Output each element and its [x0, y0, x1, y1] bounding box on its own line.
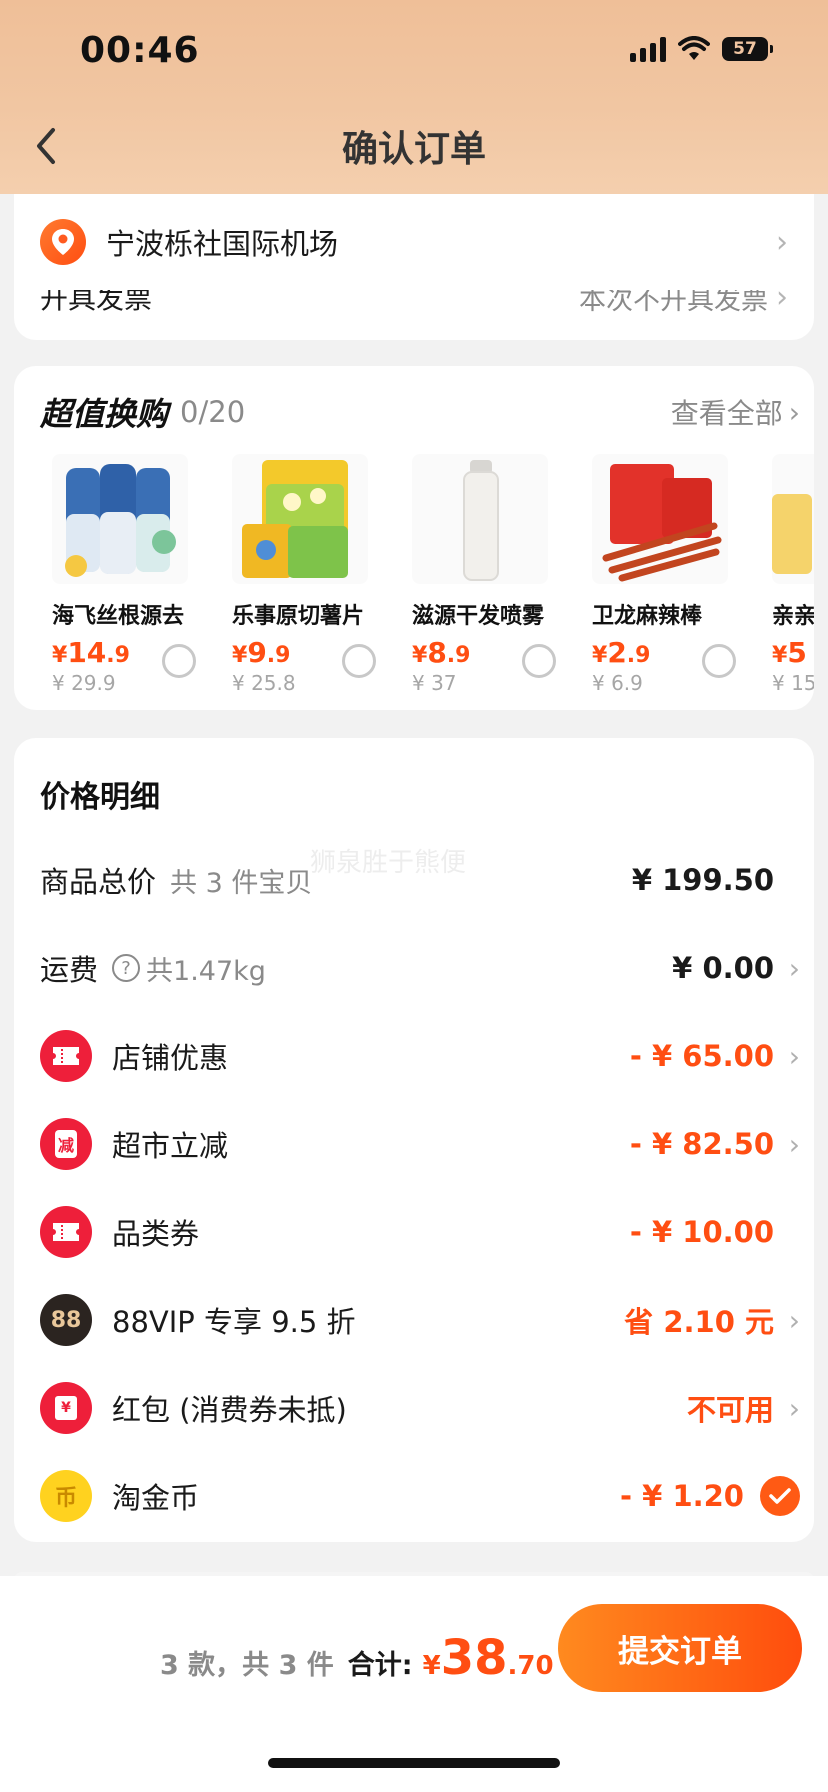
chevron-right-icon: ›	[788, 1303, 800, 1337]
product-name: 卫龙麻辣棒	[592, 604, 703, 629]
red-packet-value: 不可用	[686, 1393, 774, 1427]
chevron-right-icon: ›	[776, 224, 788, 260]
deal-title: 超值换购	[40, 395, 169, 433]
market-discount-value: - ¥ 82.50	[629, 1127, 774, 1161]
select-checkbox[interactable]	[162, 644, 196, 678]
home-indicator[interactable]	[268, 1758, 560, 1768]
market-discount-row[interactable]: 减 超市立减 - ¥ 82.50 ›	[40, 1114, 800, 1174]
discount-icon: 减	[40, 1118, 92, 1170]
select-checkbox[interactable]	[342, 644, 376, 678]
vip-value: 省 2.10 元	[624, 1305, 774, 1339]
shop-discount-label: 店铺优惠	[112, 1041, 229, 1075]
chevron-right-icon: ›	[788, 951, 800, 985]
coins-value: - ¥ 1.20	[620, 1479, 744, 1513]
deal-card: 超值换购 0/20 查看全部 › 海飞丝根源去 ¥14.9 ¥ 29.9 乐事原…	[14, 366, 814, 710]
deal-product[interactable]: 亲亲 ¥5 ¥ 15	[772, 454, 814, 695]
page-title: 确认订单	[341, 129, 486, 170]
address-row[interactable]: 宁波栎社国际机场 ›	[14, 194, 814, 290]
deal-products: 海飞丝根源去 ¥14.9 ¥ 29.9 乐事原切薯片 ¥9.9 ¥ 25.8 滋…	[52, 454, 814, 695]
vip-label: 88VIP 专享 9.5 折	[112, 1305, 356, 1339]
subtotal-label: 商品总价	[40, 865, 157, 899]
product-name: 海飞丝根源去	[52, 604, 185, 629]
watermark: 狮泉胜于熊便	[310, 848, 467, 878]
coins-row[interactable]: 币 淘金币 - ¥ 1.20	[40, 1466, 800, 1526]
product-original-price: ¥ 15	[772, 671, 814, 695]
snack-image	[592, 454, 728, 584]
address-card: 开具发票 本次不开具发票 › 宁波栎社国际机场 ›	[14, 194, 814, 340]
deal-product[interactable]: 卫龙麻辣棒 ¥2.9 ¥ 6.9	[592, 454, 736, 695]
subtotal-count: 共 3 件宝贝	[170, 867, 313, 899]
product-original-price: ¥ 6.9	[592, 671, 643, 695]
total-currency: ¥	[422, 1651, 441, 1681]
signal-icon	[630, 36, 666, 62]
product-original-price: ¥ 29.9	[52, 671, 116, 695]
market-discount-label: 超市立减	[112, 1129, 229, 1163]
status-icons: 57	[630, 36, 773, 62]
product-original-price: ¥ 37	[412, 671, 457, 695]
chevron-right-icon: ›	[788, 395, 800, 429]
status-time: 00:46	[80, 30, 200, 71]
category-coupon-label: 品类券	[112, 1217, 200, 1251]
chevron-right-icon: ›	[788, 1039, 800, 1073]
select-checkbox[interactable]	[522, 644, 556, 678]
coupon-icon	[40, 1030, 92, 1082]
check-icon	[769, 1488, 791, 1504]
wifi-icon	[678, 36, 710, 60]
product-name: 乐事原切薯片	[232, 604, 365, 629]
category-coupon-row: 品类券 - ¥ 10.00	[40, 1202, 800, 1262]
red-packet-row[interactable]: ¥ 红包 (消费券未抵) 不可用 ›	[40, 1378, 800, 1438]
coins-label: 淘金币	[112, 1481, 200, 1515]
total-integer: 38	[440, 1630, 508, 1686]
product-name: 亲亲	[772, 604, 814, 629]
shipping-weight: 共1.47kg	[146, 955, 266, 987]
deal-product[interactable]: 乐事原切薯片 ¥9.9 ¥ 25.8	[232, 454, 376, 695]
chevron-right-icon: ›	[788, 1391, 800, 1425]
product-price: ¥5	[772, 636, 807, 669]
vip-88-icon: 88	[40, 1294, 92, 1346]
total-decimal: .70	[507, 1651, 554, 1681]
deal-count: 0/20	[180, 395, 246, 429]
price-detail-title: 价格明细	[40, 780, 160, 815]
item-count: 3 款，共 3 件	[160, 1650, 334, 1681]
coins-checkbox[interactable]	[760, 1476, 800, 1516]
view-all-link[interactable]: 查看全部	[671, 392, 783, 432]
chevron-right-icon: ›	[788, 1127, 800, 1161]
red-packet-label: 红包 (消费券未抵)	[112, 1393, 347, 1427]
shampoo-image	[52, 454, 188, 584]
help-icon[interactable]: ?	[112, 954, 141, 982]
shop-discount-value: - ¥ 65.00	[629, 1039, 774, 1073]
vip-row[interactable]: 88 88VIP 专享 9.5 折 省 2.10 元 ›	[40, 1290, 800, 1350]
submit-order-button[interactable]: 提交订单	[558, 1604, 802, 1692]
subtotal-value: ¥ 199.50	[631, 863, 774, 897]
shipping-label: 运费	[40, 953, 99, 987]
header: 00:46 57 确认订单	[0, 0, 828, 194]
order-summary: 3 款，共 3 件 合计: ¥ 38 .70	[160, 1630, 554, 1686]
category-coupon-value: - ¥ 10.00	[629, 1215, 774, 1249]
address-text: 宁波栎社国际机场	[106, 227, 339, 261]
product-name: 滋源干发喷雾	[412, 604, 545, 629]
battery-icon: 57	[722, 37, 773, 61]
shipping-value: ¥ 0.00	[672, 951, 774, 985]
chips-image	[232, 454, 368, 584]
red-packet-icon: ¥	[40, 1382, 92, 1434]
product-original-price: ¥ 25.8	[232, 671, 296, 695]
location-pin-icon	[40, 219, 86, 265]
deal-product[interactable]: 海飞丝根源去 ¥14.9 ¥ 29.9	[52, 454, 196, 695]
total-label: 合计:	[347, 1650, 413, 1681]
shipping-row[interactable]: 运费 ? 共1.47kg ¥ 0.00 ›	[40, 938, 800, 998]
coin-icon: 币	[40, 1470, 92, 1522]
deal-header: 超值换购 0/20 查看全部 ›	[40, 390, 800, 434]
product-image	[772, 454, 814, 584]
shop-discount-row[interactable]: 店铺优惠 - ¥ 65.00 ›	[40, 1026, 800, 1086]
coupon-icon	[40, 1206, 92, 1258]
spray-image	[412, 454, 548, 584]
select-checkbox[interactable]	[702, 644, 736, 678]
deal-product[interactable]: 滋源干发喷雾 ¥8.9 ¥ 37	[412, 454, 556, 695]
